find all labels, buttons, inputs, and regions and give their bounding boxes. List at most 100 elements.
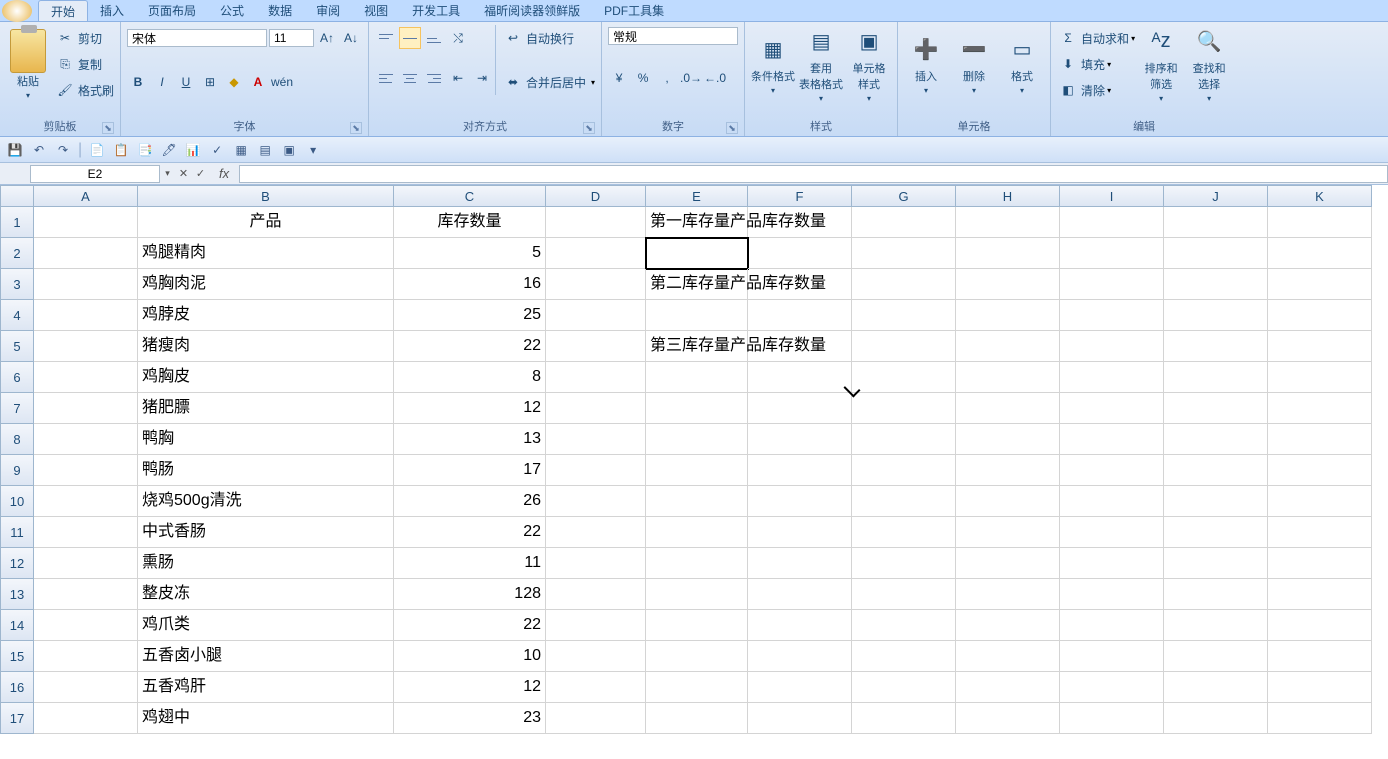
cell[interactable]: 五香卤小腿 — [138, 641, 394, 672]
merge-center-button[interactable]: 合并后居中 — [526, 74, 586, 91]
undo-icon[interactable]: ↶ — [30, 141, 48, 159]
sort-filter-button[interactable]: ᴬᴢ排序和 筛选▾ — [1137, 25, 1185, 103]
cell[interactable] — [1060, 362, 1164, 393]
wrap-icon[interactable]: ↩ — [502, 27, 524, 49]
cell[interactable] — [852, 672, 956, 703]
cell[interactable] — [1268, 238, 1372, 269]
cell[interactable] — [1060, 393, 1164, 424]
tab-data[interactable]: 数据 — [256, 0, 304, 21]
cell[interactable] — [546, 424, 646, 455]
cell[interactable] — [1164, 238, 1268, 269]
align-top-button[interactable] — [375, 27, 397, 49]
cell[interactable] — [546, 672, 646, 703]
cell[interactable] — [1268, 269, 1372, 300]
cell[interactable] — [546, 331, 646, 362]
cell[interactable] — [1060, 517, 1164, 548]
cell[interactable] — [34, 672, 138, 703]
cell[interactable] — [34, 362, 138, 393]
cell[interactable] — [546, 641, 646, 672]
cell[interactable] — [748, 703, 852, 734]
cell[interactable] — [748, 641, 852, 672]
cell[interactable]: 五香鸡肝 — [138, 672, 394, 703]
cell[interactable] — [852, 610, 956, 641]
cell[interactable]: 12 — [394, 393, 546, 424]
row-header[interactable]: 4 — [0, 300, 34, 331]
fill-color-button[interactable]: ◆ — [223, 71, 245, 93]
cell[interactable] — [852, 393, 956, 424]
clear-button[interactable]: 清除 — [1081, 82, 1105, 99]
wrap-text-button[interactable]: 自动换行 — [526, 30, 574, 47]
border-button[interactable]: ⊞ — [199, 71, 221, 93]
cell[interactable] — [1268, 300, 1372, 331]
cell[interactable] — [646, 238, 748, 269]
cell[interactable] — [956, 362, 1060, 393]
cell[interactable] — [748, 300, 852, 331]
cell[interactable] — [852, 424, 956, 455]
row-header[interactable]: 2 — [0, 238, 34, 269]
cell[interactable] — [546, 610, 646, 641]
cell[interactable]: 5 — [394, 238, 546, 269]
cell[interactable] — [956, 703, 1060, 734]
cell[interactable] — [1060, 703, 1164, 734]
percent-button[interactable]: % — [632, 67, 654, 89]
cell[interactable] — [956, 610, 1060, 641]
cell[interactable]: 第三库存量产品库存数量 — [646, 331, 748, 362]
find-select-button[interactable]: 🔍查找和 选择▾ — [1185, 25, 1233, 103]
name-box[interactable] — [30, 165, 160, 183]
column-header[interactable]: A — [34, 185, 138, 207]
cell[interactable] — [1164, 269, 1268, 300]
clear-icon[interactable]: ◧ — [1057, 79, 1079, 101]
cell[interactable] — [546, 207, 646, 238]
cell[interactable]: 猪瘦肉 — [138, 331, 394, 362]
cell[interactable]: 第二库存量产品库存数量 — [646, 269, 748, 300]
tab-pdf[interactable]: PDF工具集 — [592, 0, 676, 21]
cell[interactable] — [34, 610, 138, 641]
column-header[interactable]: J — [1164, 185, 1268, 207]
cell[interactable] — [646, 455, 748, 486]
number-format-select[interactable] — [608, 27, 738, 45]
phonetic-button[interactable]: wén — [271, 71, 293, 93]
cell[interactable] — [1164, 300, 1268, 331]
cell[interactable] — [1268, 610, 1372, 641]
inc-decimal-button[interactable]: .0→ — [680, 67, 702, 89]
cell[interactable] — [956, 641, 1060, 672]
column-header[interactable]: D — [546, 185, 646, 207]
cell[interactable] — [956, 424, 1060, 455]
cell[interactable] — [34, 703, 138, 734]
cell[interactable] — [1164, 455, 1268, 486]
cell[interactable] — [646, 300, 748, 331]
cell[interactable] — [646, 672, 748, 703]
cell[interactable]: 23 — [394, 703, 546, 734]
italic-button[interactable]: I — [151, 71, 173, 93]
cell[interactable] — [1164, 672, 1268, 703]
cell[interactable] — [1164, 424, 1268, 455]
cell[interactable] — [852, 579, 956, 610]
column-header[interactable]: B — [138, 185, 394, 207]
qat-icon[interactable]: 📄 — [88, 141, 106, 159]
qat-icon[interactable]: ▦ — [232, 141, 250, 159]
cell[interactable] — [1164, 331, 1268, 362]
cell[interactable]: 12 — [394, 672, 546, 703]
cell[interactable] — [1060, 331, 1164, 362]
cell[interactable] — [1060, 300, 1164, 331]
column-header[interactable]: E — [646, 185, 748, 207]
cell[interactable] — [748, 207, 852, 238]
font-size-select[interactable] — [269, 29, 314, 47]
cell[interactable] — [956, 238, 1060, 269]
align-right-button[interactable] — [423, 67, 445, 89]
cell[interactable]: 鸡腿精肉 — [138, 238, 394, 269]
cell[interactable] — [34, 517, 138, 548]
cell[interactable] — [1060, 207, 1164, 238]
align-bottom-button[interactable] — [423, 27, 445, 49]
cell[interactable] — [1164, 641, 1268, 672]
cell[interactable]: 鸭胸 — [138, 424, 394, 455]
cell[interactable] — [546, 300, 646, 331]
column-header[interactable]: C — [394, 185, 546, 207]
cell[interactable]: 熏肠 — [138, 548, 394, 579]
cell[interactable] — [1060, 579, 1164, 610]
shrink-font-icon[interactable]: A↓ — [340, 27, 362, 49]
align-left-button[interactable] — [375, 67, 397, 89]
cell[interactable] — [1268, 455, 1372, 486]
cell[interactable] — [1164, 207, 1268, 238]
cell[interactable] — [1164, 610, 1268, 641]
